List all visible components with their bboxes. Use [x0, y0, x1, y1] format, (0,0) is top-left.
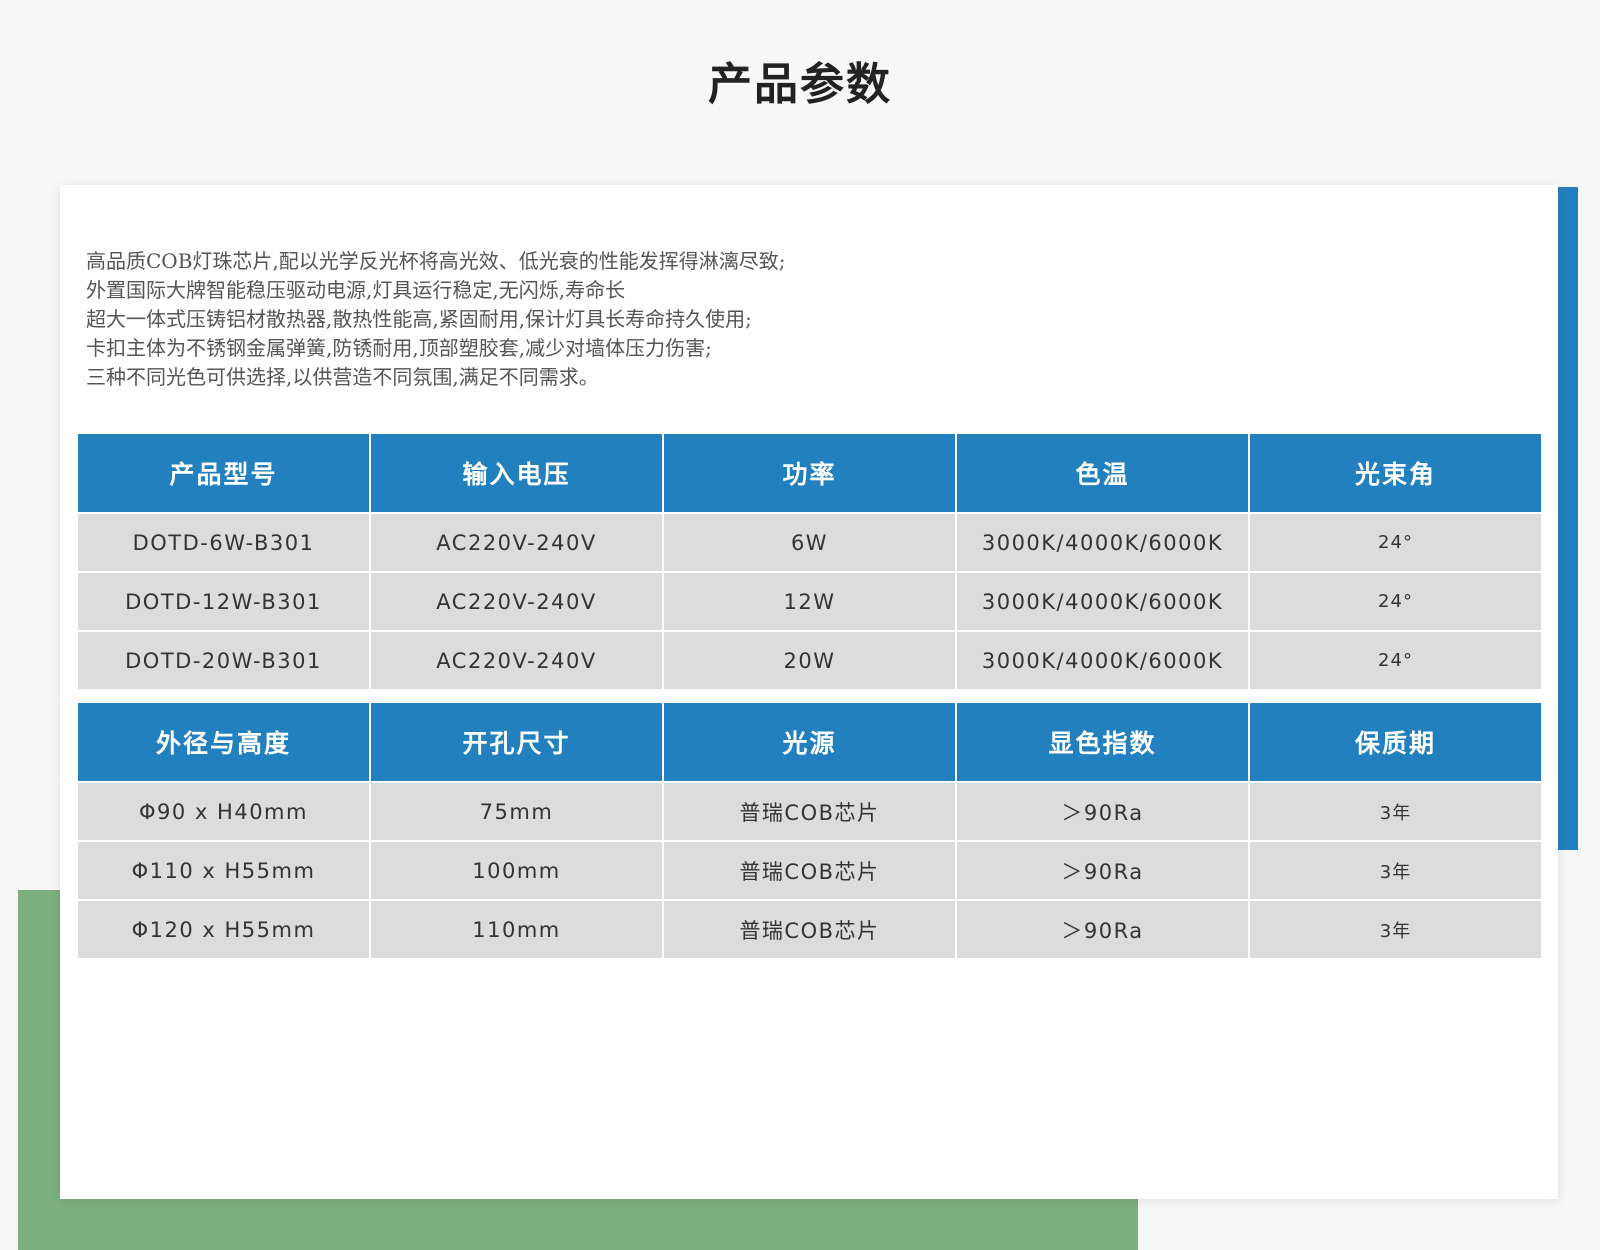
cell-power: 12W — [664, 573, 955, 632]
cell-cri: ＞90Ra — [957, 842, 1248, 901]
header-warranty: 保质期 — [1250, 703, 1541, 783]
spec-card: 高品质COB灯珠芯片,配以光学反光杯将高光效、低光衰的性能发挥得淋漓尽致; 外置… — [60, 185, 1558, 1199]
cell-model: DOTD-12W-B301 — [78, 573, 369, 632]
cell-warranty: 3年 — [1250, 901, 1541, 960]
cell-power: 6W — [664, 514, 955, 573]
cell-light-source: 普瑞COB芯片 — [664, 901, 955, 960]
cell-color-temp: 3000K/4000K/6000K — [957, 632, 1248, 691]
table-row: Φ90 x H40mm 75mm 普瑞COB芯片 ＞90Ra 3年 — [78, 783, 1541, 842]
spec-table-electrical: 产品型号 输入电压 功率 色温 光束角 DOTD-6W-B301 AC220V-… — [76, 434, 1543, 691]
blue-decor-bar — [1558, 187, 1578, 850]
feature-list: 高品质COB灯珠芯片,配以光学反光杯将高光效、低光衰的性能发挥得淋漓尽致; 外置… — [86, 247, 786, 392]
feature-line: 超大一体式压铸铝材散热器,散热性能高,紧固耐用,保计灯具长寿命持久使用; — [86, 307, 752, 331]
cell-size: Φ120 x H55mm — [78, 901, 369, 960]
header-cutout: 开孔尺寸 — [371, 703, 662, 783]
cell-cutout: 75mm — [371, 783, 662, 842]
cell-light-source: 普瑞COB芯片 — [664, 842, 955, 901]
table-row: Φ120 x H55mm 110mm 普瑞COB芯片 ＞90Ra 3年 — [78, 901, 1541, 960]
cell-model: DOTD-20W-B301 — [78, 632, 369, 691]
table-header-row: 外径与高度 开孔尺寸 光源 显色指数 保质期 — [78, 703, 1541, 783]
spec-table-physical: 外径与高度 开孔尺寸 光源 显色指数 保质期 Φ90 x H40mm 75mm … — [76, 703, 1543, 960]
header-size: 外径与高度 — [78, 703, 369, 783]
cell-input-voltage: AC220V-240V — [371, 573, 662, 632]
cell-color-temp: 3000K/4000K/6000K — [957, 573, 1248, 632]
cell-cri: ＞90Ra — [957, 783, 1248, 842]
header-power: 功率 — [664, 434, 955, 514]
feature-line: 卡扣主体为不锈钢金属弹簧,防锈耐用,顶部塑胶套,减少对墙体压力伤害; — [86, 336, 712, 360]
cell-beam-angle: 24° — [1250, 514, 1541, 573]
feature-line: 外置国际大牌智能稳压驱动电源,灯具运行稳定,无闪烁,寿命长 — [86, 278, 626, 302]
table-row: DOTD-6W-B301 AC220V-240V 6W 3000K/4000K/… — [78, 514, 1541, 573]
feature-line: 高品质COB灯珠芯片,配以光学反光杯将高光效、低光衰的性能发挥得淋漓尽致; — [86, 249, 786, 273]
cell-cri: ＞90Ra — [957, 901, 1248, 960]
table-header-row: 产品型号 输入电压 功率 色温 光束角 — [78, 434, 1541, 514]
table-row: DOTD-12W-B301 AC220V-240V 12W 3000K/4000… — [78, 573, 1541, 632]
header-light-source: 光源 — [664, 703, 955, 783]
header-input-voltage: 输入电压 — [371, 434, 662, 514]
cell-light-source: 普瑞COB芯片 — [664, 783, 955, 842]
table-row: Φ110 x H55mm 100mm 普瑞COB芯片 ＞90Ra 3年 — [78, 842, 1541, 901]
cell-input-voltage: AC220V-240V — [371, 632, 662, 691]
header-model: 产品型号 — [78, 434, 369, 514]
cell-power: 20W — [664, 632, 955, 691]
cell-size: Φ90 x H40mm — [78, 783, 369, 842]
cell-beam-angle: 24° — [1250, 573, 1541, 632]
cell-warranty: 3年 — [1250, 842, 1541, 901]
cell-color-temp: 3000K/4000K/6000K — [957, 514, 1248, 573]
cell-warranty: 3年 — [1250, 783, 1541, 842]
header-color-temp: 色温 — [957, 434, 1248, 514]
cell-input-voltage: AC220V-240V — [371, 514, 662, 573]
cell-model: DOTD-6W-B301 — [78, 514, 369, 573]
cell-cutout: 100mm — [371, 842, 662, 901]
feature-line: 三种不同光色可供选择,以供营造不同氛围,满足不同需求。 — [86, 365, 599, 389]
cell-size: Φ110 x H55mm — [78, 842, 369, 901]
cell-beam-angle: 24° — [1250, 632, 1541, 691]
page-title: 产品参数 — [708, 59, 892, 110]
header-beam-angle: 光束角 — [1250, 434, 1541, 514]
header-cri: 显色指数 — [957, 703, 1248, 783]
cell-cutout: 110mm — [371, 901, 662, 960]
table-row: DOTD-20W-B301 AC220V-240V 20W 3000K/4000… — [78, 632, 1541, 691]
